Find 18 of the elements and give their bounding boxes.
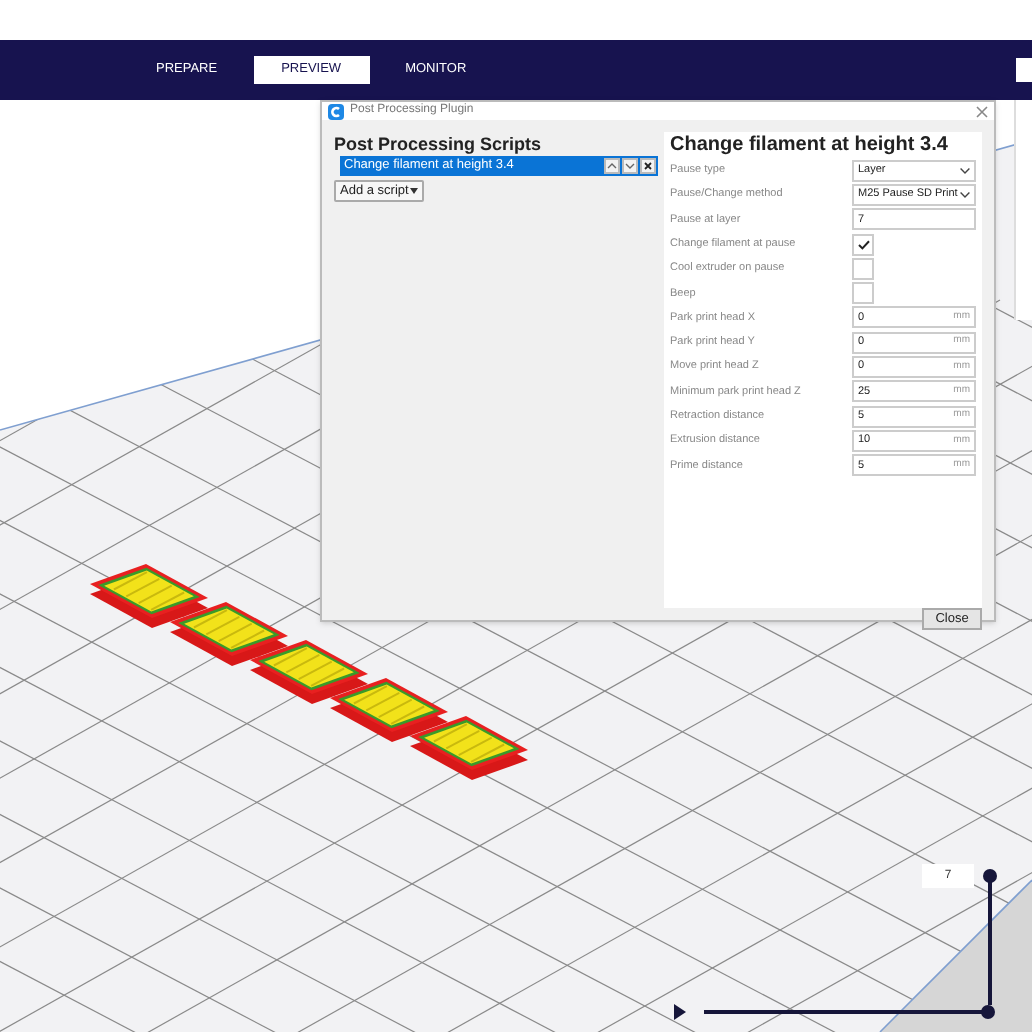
horizontal-slider[interactable] [704, 1005, 995, 1019]
remove-button[interactable] [640, 158, 656, 174]
slider-handle[interactable] [983, 869, 997, 883]
chevron-down-icon [960, 167, 970, 174]
move-down-button[interactable] [622, 158, 638, 174]
checkbox[interactable] [852, 233, 874, 256]
caret-icon [410, 188, 419, 194]
slider-handle[interactable] [981, 1005, 995, 1019]
checkmark-icon [857, 239, 869, 250]
layer-slider[interactable] [983, 869, 997, 1005]
chevron-down-icon [960, 191, 970, 198]
checkbox[interactable] [852, 257, 874, 280]
move-up-button[interactable] [604, 158, 620, 174]
checkbox[interactable] [852, 282, 874, 305]
play-icon[interactable] [674, 1004, 686, 1020]
settings-heading: Change filament at height 3.4 [670, 134, 950, 158]
close-icon[interactable] [976, 105, 988, 117]
scripts-heading: Post Processing Scripts [334, 132, 544, 156]
